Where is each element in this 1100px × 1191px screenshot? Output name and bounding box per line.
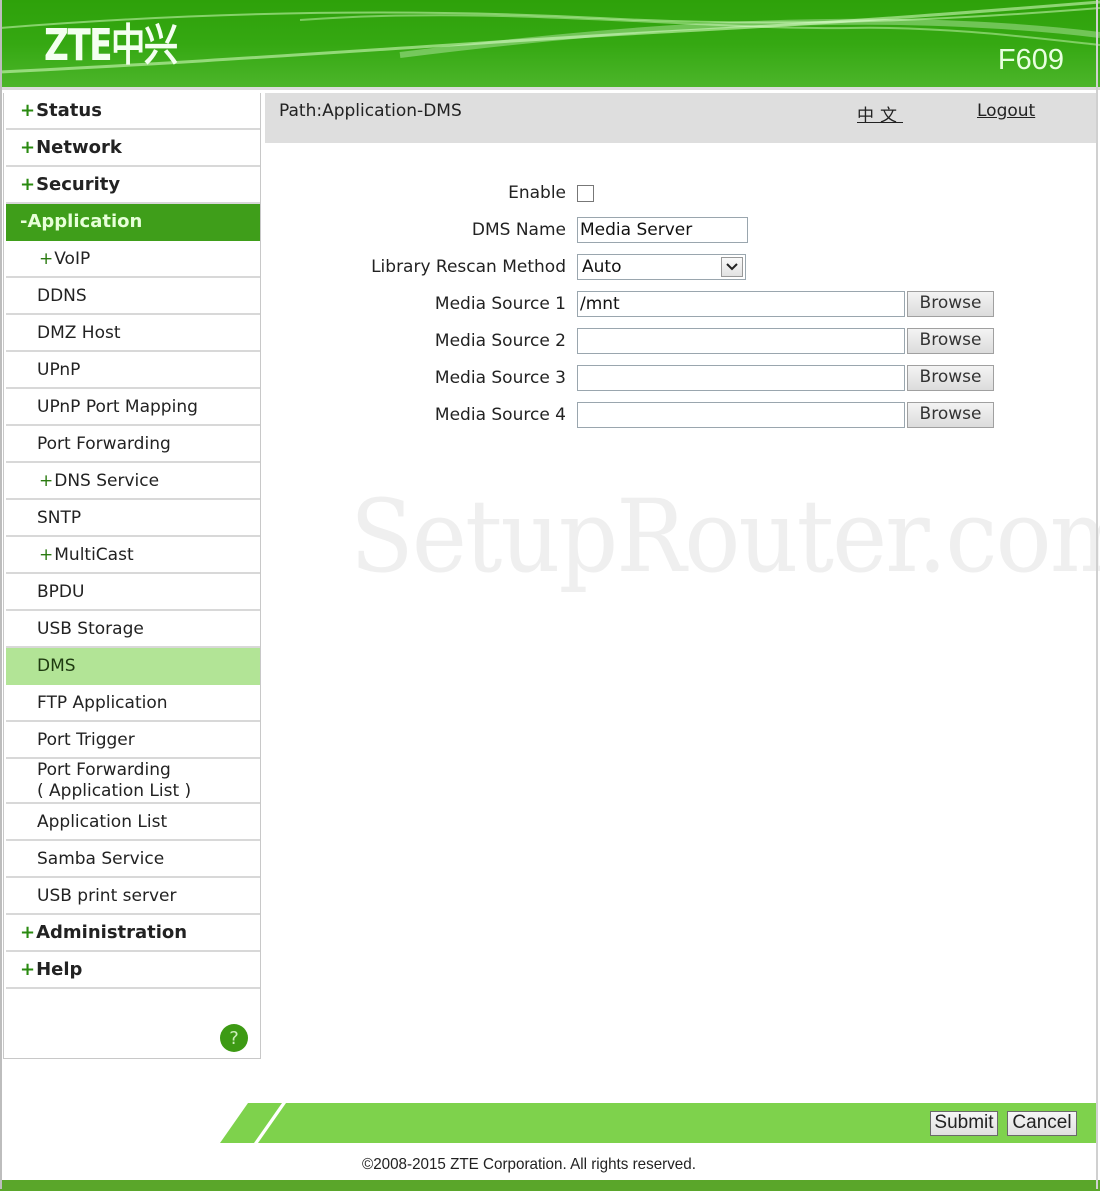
sidebar-item-application-list[interactable]: Application List (6, 804, 260, 841)
sidebar-item-label: FTP Application (37, 692, 168, 713)
sidebar-item-label: USB print server (37, 885, 177, 906)
sidebar-item-sntp[interactable]: SNTP (6, 500, 260, 537)
sidebar-item-port-forwarding[interactable]: Port Forwarding (6, 426, 260, 463)
sidebar-item-label: Help (36, 959, 83, 980)
sidebar-item-samba-service[interactable]: Samba Service (6, 841, 260, 878)
browse-button-2[interactable]: Browse (907, 328, 994, 354)
sidebar-item-label: Administration (36, 922, 188, 943)
browse-button-3[interactable]: Browse (907, 365, 994, 391)
media-source-row: Media Source 4 Browse (0, 400, 1100, 430)
logout-link[interactable]: Logout (977, 101, 1035, 121)
watermark: SetupRouter.com (350, 478, 1100, 595)
sidebar-item-label: DNS Service (54, 470, 160, 491)
sidebar-item-usb-print-server[interactable]: USB print server (6, 878, 260, 915)
expand-plus-icon: + (39, 544, 54, 565)
sidebar-item-label: SNTP (37, 507, 82, 528)
media-source-2-input[interactable] (577, 328, 905, 354)
zte-logo: ZTE中兴 (44, 20, 178, 71)
browse-button-4[interactable]: Browse (907, 402, 994, 428)
media-source-3-input[interactable] (577, 365, 905, 391)
path-bar: Path:Application-DMS 中文 Logout (265, 93, 1098, 143)
sidebar-item-dns-service[interactable]: + DNS Service (6, 463, 260, 500)
language-switch-link[interactable]: 中文 (857, 101, 903, 126)
sidebar-item-ftp-application[interactable]: FTP Application (6, 685, 260, 722)
sidebar-item-status[interactable]: + Status (6, 93, 260, 130)
bottom-bar (0, 1180, 1100, 1191)
media-source-4-input[interactable] (577, 402, 905, 428)
sidebar-item-label: DMS (37, 655, 76, 676)
cancel-button[interactable]: Cancel (1007, 1111, 1077, 1136)
expand-plus-icon: + (20, 137, 36, 158)
submit-button[interactable]: Submit (930, 1111, 998, 1136)
enable-checkbox[interactable] (577, 184, 594, 202)
rescan-row: Library Rescan Method Auto (0, 252, 1100, 282)
sidebar-item-label: Status (36, 100, 102, 121)
expand-plus-icon: + (20, 100, 36, 121)
enable-label: Enable (508, 183, 566, 203)
sidebar-item-usb-storage[interactable]: USB Storage (6, 611, 260, 648)
sidebar-item-label: Network (36, 137, 122, 158)
rescan-method-label: Library Rescan Method (371, 257, 566, 277)
device-model: F609 (997, 44, 1064, 76)
sidebar-item-label: BPDU (37, 581, 85, 602)
rescan-method-value: Auto (582, 257, 622, 277)
expand-plus-icon: + (39, 470, 54, 491)
sidebar-item-label: Port Forwarding (37, 759, 171, 780)
chevron-down-icon[interactable] (721, 257, 743, 277)
sidebar-item-label: MultiCast (54, 544, 134, 565)
sidebar-item-port-forwarding-app-list[interactable]: Port Forwarding( Application List ) (6, 759, 260, 804)
sidebar-item-label-line2: ( Application List ) (37, 780, 192, 801)
breadcrumb: Path:Application-DMS (279, 101, 462, 121)
expand-plus-icon: + (20, 922, 36, 943)
browse-button-1[interactable]: Browse (907, 291, 994, 317)
dms-name-row: DMS Name Media Server (0, 215, 1100, 245)
sidebar-item-label: USB Storage (37, 618, 144, 639)
media-source-1-input[interactable]: /mnt (577, 291, 905, 317)
sidebar-item-dms[interactable]: DMS (6, 648, 260, 685)
media-source-row: Media Source 2 Browse (0, 326, 1100, 356)
sidebar-item-multicast[interactable]: + MultiCast (6, 537, 260, 574)
media-source-row: Media Source 1 /mnt Browse (0, 289, 1100, 319)
sidebar-item-administration[interactable]: + Administration (6, 915, 260, 952)
header-banner: ZTE中兴 F609 (0, 0, 1100, 90)
sidebar-item-label: Application List (37, 811, 168, 832)
sidebar-item-label: Port Forwarding (37, 433, 171, 454)
copyright-text: ©2008-2015 ZTE Corporation. All rights r… (362, 1156, 696, 1173)
media-source-label: Media Source 4 (434, 405, 566, 425)
media-source-label: Media Source 1 (434, 294, 566, 314)
sidebar-item-label: Samba Service (37, 848, 165, 869)
media-source-label: Media Source 2 (434, 331, 566, 351)
sidebar-item-network[interactable]: + Network (6, 130, 260, 167)
sidebar-item-bpdu[interactable]: BPDU (6, 574, 260, 611)
enable-row: Enable (0, 178, 1100, 208)
expand-plus-icon: + (20, 959, 36, 980)
media-source-row: Media Source 3 Browse (0, 363, 1100, 393)
media-source-label: Media Source 3 (434, 368, 566, 388)
dms-name-label: DMS Name (471, 220, 566, 240)
sidebar-item-help[interactable]: + Help (6, 952, 260, 989)
sidebar-item-port-trigger[interactable]: Port Trigger (6, 722, 260, 759)
dms-name-input[interactable]: Media Server (577, 217, 748, 243)
help-question-icon[interactable]: ? (220, 1024, 248, 1052)
rescan-method-select[interactable]: Auto (577, 254, 746, 280)
sidebar-item-label: Port Trigger (37, 729, 135, 750)
